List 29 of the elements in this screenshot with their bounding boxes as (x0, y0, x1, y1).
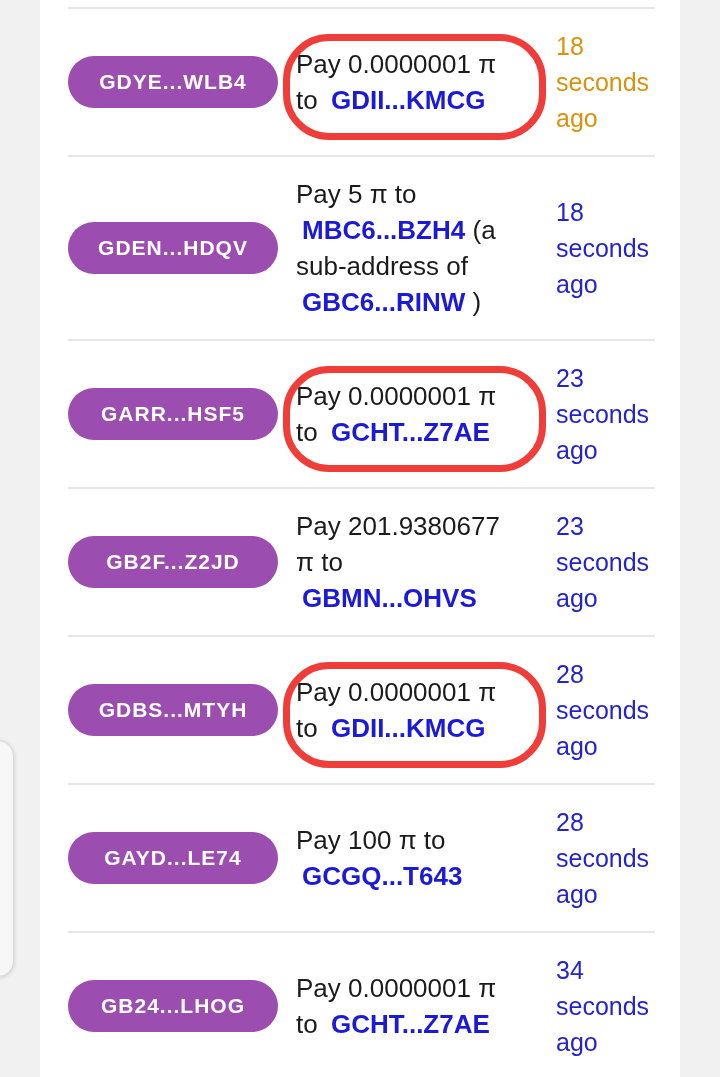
address-link[interactable]: GDII...KMCG (324, 713, 486, 743)
address-link[interactable]: MBC6...BZH4 (296, 215, 466, 245)
account-button[interactable]: GB2F...Z2JD (68, 536, 278, 588)
timestamp: 23 seconds ago (556, 511, 651, 614)
transaction-description: Pay 201.9380677 π to GBMN...OHVS (296, 510, 501, 615)
address-link[interactable]: GBC6...RINW (296, 287, 466, 317)
address-link[interactable]: GCHT...Z7AE (324, 417, 490, 447)
address-link[interactable]: GDII...KMCG (324, 85, 486, 115)
account-button[interactable]: GDBS...MTYH (68, 684, 278, 736)
timestamp: 28 seconds ago (556, 807, 651, 910)
transaction-description: Pay 0.0000001 π to GCHT...Z7AE (296, 972, 498, 1041)
transaction-description: Pay 100 π to GCGQ...T643 (296, 824, 464, 893)
account-button[interactable]: GAYD...LE74 (68, 832, 278, 884)
address-link[interactable]: GCGQ...T643 (296, 861, 463, 891)
address-link[interactable]: GCHT...Z7AE (324, 1009, 490, 1039)
timestamp: 18 seconds ago (556, 31, 651, 134)
timestamp: 23 seconds ago (556, 363, 651, 466)
account-button[interactable]: GDYE...WLB4 (68, 56, 278, 108)
timestamp: 34 seconds ago (556, 955, 651, 1058)
account-button[interactable]: GDEN...HDQV (68, 222, 278, 274)
transaction-description: Pay 0.0000001 π to GDII...KMCG (296, 48, 498, 117)
address-link[interactable]: GBMN...OHVS (296, 583, 477, 613)
transaction-description: Pay 0.0000001 π to GDII...KMCG (296, 676, 498, 745)
transaction-description: Pay 0.0000001 π to GCHT...Z7AE (296, 380, 498, 449)
timestamp: 28 seconds ago (556, 659, 651, 762)
account-button[interactable]: GARR...HSF5 (68, 388, 278, 440)
transaction-description: Pay 5 π to MBC6...BZH4 (a sub-address of GBC6...RINW ) (296, 178, 497, 319)
account-button[interactable]: GB24...LHOG (68, 980, 278, 1032)
timestamp: 18 seconds ago (556, 197, 651, 300)
